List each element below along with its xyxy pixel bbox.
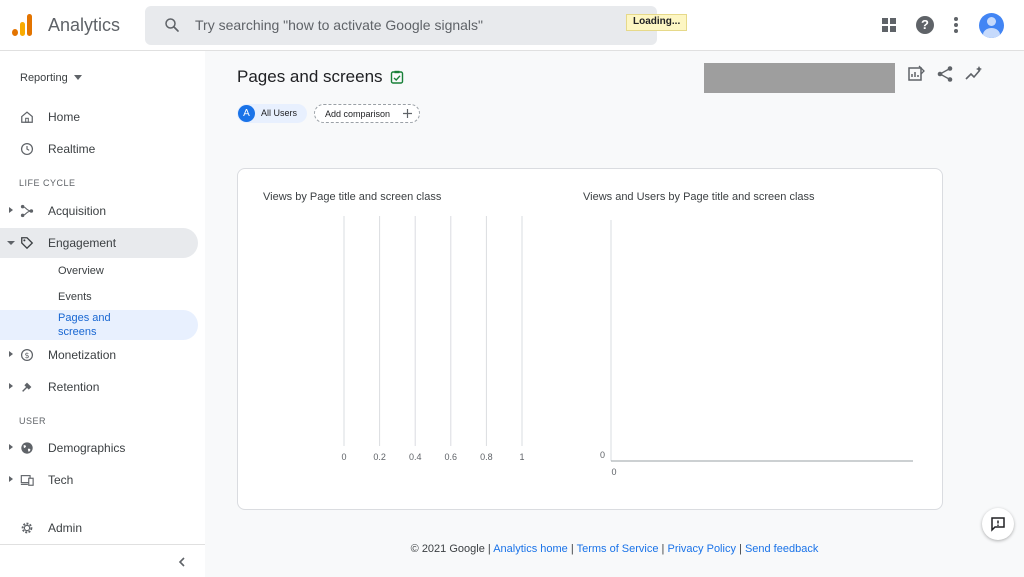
sidebar-item-home[interactable]: Home [0, 102, 198, 132]
retention-icon [22, 382, 32, 392]
search-icon [165, 18, 179, 32]
account-avatar[interactable] [979, 13, 1004, 38]
sidebar-item-label: Demographics [48, 441, 126, 455]
footer-separator: | [735, 543, 745, 555]
clock-icon [20, 142, 34, 156]
plus-icon [403, 109, 412, 118]
footer-separator: | [567, 543, 577, 555]
expand-arrow-icon[interactable] [9, 444, 13, 450]
expand-arrow-icon[interactable] [9, 207, 13, 213]
section-label-user: USER [19, 416, 47, 426]
globe-icon [21, 442, 33, 454]
x-tick-label: 0.8 [480, 452, 493, 462]
chart-title-views-users: Views and Users by Page title and screen… [583, 191, 815, 203]
add-comparison-label: Add comparison [325, 109, 391, 119]
footer-link-privacy[interactable]: Privacy Policy [667, 543, 735, 555]
sidebar-item-label: Retention [48, 380, 100, 394]
search-bar[interactable]: Loading... [145, 6, 688, 45]
sidebar-item-realtime[interactable]: Realtime [0, 134, 198, 164]
date-range-selector[interactable] [704, 63, 895, 93]
section-label-lifecycle: LIFE CYCLE [19, 178, 76, 188]
sidebar-item-engagement[interactable]: Engagement [0, 228, 198, 258]
x-tick-label: 0.2 [373, 452, 386, 462]
scatter-chart-views-users: 0 0 [600, 220, 913, 477]
analytics-logo-icon[interactable] [12, 14, 34, 36]
x-tick-label: 0.6 [445, 452, 458, 462]
sidebar-item-retention[interactable]: Retention [0, 372, 198, 402]
sidebar-item-label: Tech [48, 473, 74, 487]
sidebar-subitem-overview[interactable]: Overview [58, 265, 104, 277]
sidebar-item-admin[interactable]: Admin [0, 513, 198, 543]
x-tick-label: 0 [341, 452, 346, 462]
comparison-label: All Users [261, 108, 298, 118]
feedback-button[interactable] [982, 508, 1014, 540]
reporting-selector[interactable]: Reporting [20, 72, 68, 84]
sidebar-item-label: Monetization [48, 348, 117, 362]
customize-report-icon[interactable] [907, 65, 925, 83]
share-icon[interactable] [936, 65, 954, 83]
expand-arrow-icon[interactable] [9, 383, 13, 389]
check-badge-icon[interactable] [390, 70, 404, 84]
footer: © 2021 Google | Analytics home | Terms o… [0, 543, 1024, 555]
feedback-icon [991, 517, 1005, 532]
gear-icon [21, 522, 33, 534]
expand-arrow-icon[interactable] [9, 476, 13, 482]
footer-copyright: © 2021 Google [410, 543, 485, 555]
sidebar-item-monetization[interactable]: $ Monetization [0, 340, 198, 370]
x-tick-label: 1 [519, 452, 524, 462]
chart-title-views: Views by Page title and screen class [263, 191, 442, 203]
sidebar-item-label: Realtime [48, 142, 96, 156]
x-tick-label: 0.4 [409, 452, 422, 462]
collapse-arrow-icon[interactable] [7, 241, 15, 245]
sidebar-item-label: Acquisition [48, 204, 107, 218]
sidebar-subitem-pages-and-screens[interactable]: Pages and screens [0, 310, 198, 340]
footer-link-terms[interactable]: Terms of Service [577, 543, 659, 555]
devices-icon [20, 475, 34, 486]
loading-indicator: Loading... [626, 14, 688, 31]
sidebar-subitem-events[interactable]: Events [58, 291, 92, 303]
help-icon[interactable]: ? [916, 16, 934, 34]
sidebar-item-demographics[interactable]: Demographics [0, 433, 198, 463]
expand-arrow-icon[interactable] [9, 351, 13, 357]
chevron-down-icon[interactable] [74, 75, 82, 80]
sidebar-item-label: Home [48, 110, 81, 124]
svg-text:$: $ [24, 351, 29, 360]
x-tick-label: 0 [611, 467, 616, 477]
acquisition-icon [20, 204, 34, 218]
search-input[interactable] [195, 15, 515, 35]
sidebar-item-label: Engagement [48, 236, 117, 250]
page-title: Pages and screens [237, 67, 383, 86]
sidebar-item-tech[interactable]: Tech [0, 465, 198, 495]
dollar-icon: $ [20, 348, 34, 362]
more-vert-icon[interactable] [953, 16, 959, 34]
comparison-chip-all-users[interactable]: A All Users [237, 104, 307, 123]
footer-link-analytics-home[interactable]: Analytics home [493, 543, 568, 555]
comparison-letter: A [238, 105, 255, 122]
top-bar: Analytics Loading... ? [0, 0, 1024, 51]
insights-icon[interactable] [965, 65, 983, 83]
footer-link-send-feedback[interactable]: Send feedback [745, 543, 818, 555]
sidebar-subitem-label: screens [58, 326, 97, 338]
sidebar-item-label: Admin [48, 521, 83, 535]
sidebar-item-acquisition[interactable]: Acquisition [0, 196, 198, 226]
chevron-left-icon[interactable] [176, 556, 188, 568]
sidebar: Reporting Home Realtime LIFE CYCLE Acqui… [0, 51, 205, 577]
y-tick-label: 0 [600, 450, 605, 460]
bar-chart-views: 0 0.2 0.4 0.6 0.8 1 [341, 216, 525, 462]
app-title[interactable]: Analytics [48, 15, 120, 36]
apps-grid-icon[interactable] [882, 18, 896, 32]
home-icon [21, 111, 33, 123]
tag-icon [21, 237, 34, 250]
footer-separator: | [484, 543, 494, 555]
charts-card: Views by Page title and screen class Vie… [237, 168, 943, 510]
add-comparison-button[interactable]: Add comparison [314, 104, 420, 123]
sidebar-subitem-label: Pages and [58, 312, 111, 324]
